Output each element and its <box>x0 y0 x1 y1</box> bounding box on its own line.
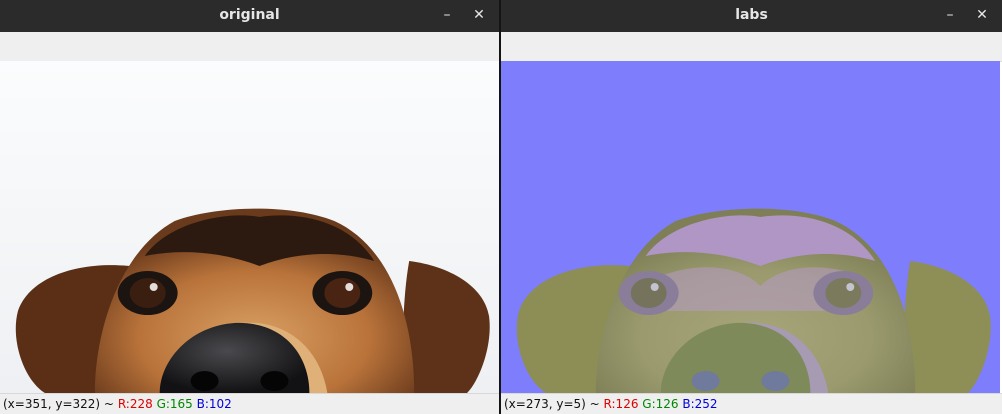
close-button[interactable]: ✕ <box>467 4 491 26</box>
window-original: original – ✕ (x=351, y=322) ~ R:228 G:16… <box>0 0 499 414</box>
minimize-button[interactable]: – <box>435 4 459 26</box>
pixel-blue-value: B:102 <box>196 397 232 411</box>
toolbar <box>501 32 1002 62</box>
cursor-coordinates: (x=273, y=5) ~ <box>504 397 600 411</box>
window-title: original <box>219 7 280 23</box>
status-bar: (x=273, y=5) ~ R:126 G:126 B:252 <box>501 393 1002 414</box>
minimize-button[interactable]: – <box>938 4 962 26</box>
title-bar[interactable]: labs – ✕ <box>501 0 1002 32</box>
title-bar[interactable]: original – ✕ <box>0 0 499 32</box>
dog-photo-original <box>0 61 499 393</box>
toolbar <box>0 32 499 62</box>
image-canvas[interactable] <box>0 61 499 393</box>
dog-photo-lab <box>501 61 1000 393</box>
pixel-blue-value: B:252 <box>682 397 718 411</box>
pixel-green-value: G:126 <box>642 397 679 411</box>
cursor-coordinates: (x=351, y=322) ~ <box>3 397 114 411</box>
close-button[interactable]: ✕ <box>970 4 994 26</box>
pixel-red-value: R:126 <box>603 397 639 411</box>
image-canvas[interactable] <box>501 61 1000 393</box>
pixel-green-value: G:165 <box>156 397 193 411</box>
status-bar: (x=351, y=322) ~ R:228 G:165 B:102 <box>0 393 499 414</box>
window-title: labs <box>735 7 768 23</box>
window-labs: labs – ✕ (x=273, y=5) ~ R:126 G:126 B:25… <box>501 0 1002 414</box>
pixel-red-value: R:228 <box>117 397 153 411</box>
